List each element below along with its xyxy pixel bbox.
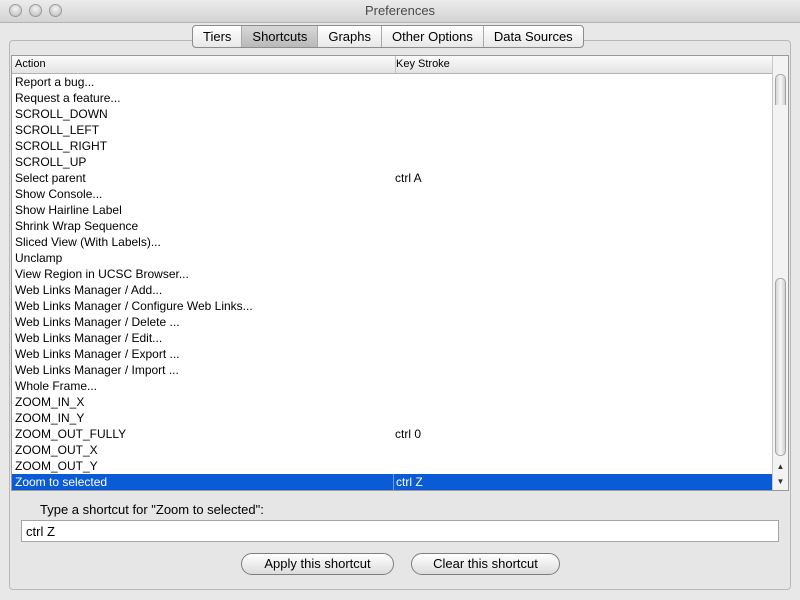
action-cell: Web Links Manager / Add... (15, 283, 163, 297)
action-cell: Show Hairline Label (15, 203, 122, 217)
action-cell: Zoom to selected (15, 475, 108, 489)
action-cell: ZOOM_IN_Y (15, 411, 85, 425)
action-cell: Report a bug... (15, 75, 95, 89)
action-cell: Sliced View (With Labels)... (15, 235, 161, 249)
table-row[interactable]: Shrink Wrap Sequence (12, 218, 774, 234)
action-cell: Select parent (15, 171, 86, 185)
table-row[interactable]: ZOOM_OUT_X (12, 442, 774, 458)
table-row[interactable]: Show Console... (12, 186, 774, 202)
action-cell: Request a feature... (15, 91, 121, 105)
tab-data-sources[interactable]: Data Sources (482, 26, 583, 47)
tab-tiers[interactable]: Tiers (193, 26, 241, 47)
shortcut-input[interactable] (21, 520, 779, 542)
action-cell: View Region in UCSC Browser... (15, 267, 189, 281)
action-cell: Web Links Manager / Configure Web Links.… (15, 299, 253, 313)
table-row[interactable]: ZOOM_IN_Y (12, 410, 774, 426)
table-row[interactable]: ZOOM_OUT_FULLY ctrl 0 (12, 426, 774, 442)
table-row[interactable]: Zoom to selected ctrl Z (12, 474, 774, 490)
key-stroke-cell: ctrl Z (393, 474, 423, 490)
tab-other-options[interactable]: Other Options (380, 26, 483, 47)
column-header-key-stroke[interactable]: Key Stroke (393, 56, 776, 73)
apply-shortcut-button[interactable]: Apply this shortcut (241, 553, 394, 575)
table-row[interactable]: Request a feature... (12, 90, 774, 106)
scroll-up-arrow-icon[interactable]: ▲ (773, 460, 788, 474)
table-row[interactable]: Unclamp (12, 250, 774, 266)
tab-shortcuts[interactable]: Shortcuts (241, 26, 318, 47)
table-row[interactable]: Report a bug... (12, 74, 774, 90)
title-bar: Preferences (0, 0, 800, 23)
table-row[interactable]: ZOOM_IN_X (12, 394, 774, 410)
action-cell: Show Console... (15, 187, 103, 201)
action-cell: ZOOM_OUT_X (15, 443, 98, 457)
table-row[interactable]: Web Links Manager / Edit... (12, 330, 774, 346)
table-row[interactable]: Web Links Manager / Export ... (12, 346, 774, 362)
action-cell: ZOOM_OUT_Y (15, 459, 98, 473)
table-row[interactable]: View Region in UCSC Browser... (12, 266, 774, 282)
tab-graphs[interactable]: Graphs (317, 26, 381, 47)
table-row[interactable]: ZOOM_OUT_Y (12, 458, 774, 474)
table-row[interactable]: Whole Frame... (12, 378, 774, 394)
action-cell: SCROLL_LEFT (15, 123, 100, 137)
table-row[interactable]: Web Links Manager / Configure Web Links.… (12, 298, 774, 314)
action-cell: SCROLL_UP (15, 155, 87, 169)
window-title: Preferences (364, 3, 436, 18)
shortcuts-table: Action Key Stroke Report a bug... Request… (11, 55, 789, 491)
table-row[interactable]: Sliced View (With Labels)... (12, 234, 774, 250)
key-stroke-cell: ctrl 0 (395, 427, 422, 441)
clear-shortcut-button[interactable]: Clear this shortcut (411, 553, 560, 575)
action-cell: SCROLL_DOWN (15, 107, 108, 121)
scroll-down-arrow-icon[interactable]: ▼ (773, 475, 788, 489)
table-row[interactable]: Web Links Manager / Delete ... (12, 314, 774, 330)
action-cell: Unclamp (15, 251, 63, 265)
action-cell: SCROLL_RIGHT (15, 139, 108, 153)
table-row[interactable]: SCROLL_LEFT (12, 122, 774, 138)
preferences-window: Preferences Tiers Shortcuts Graphs Other… (0, 0, 800, 600)
table-header: Action Key Stroke (12, 56, 774, 74)
scrollbar-thumb[interactable] (775, 278, 786, 456)
action-cell: Web Links Manager / Import ... (15, 363, 179, 377)
table-body: Report a bug... Request a feature... SCROL… (12, 74, 774, 490)
tab-bar: Tiers Shortcuts Graphs Other Options Dat… (192, 25, 584, 48)
action-cell: Web Links Manager / Export ... (15, 347, 180, 361)
shortcut-prompt-label: Type a shortcut for "Zoom to selected": (40, 502, 264, 517)
action-cell: ZOOM_IN_X (15, 395, 85, 409)
table-row[interactable]: Web Links Manager / Import ... (12, 362, 774, 378)
table-row[interactable]: Web Links Manager / Add... (12, 282, 774, 298)
column-header-action[interactable]: Action (12, 56, 396, 73)
action-cell: Shrink Wrap Sequence (15, 219, 139, 233)
vertical-scrollbar[interactable]: ▲ ▼ (772, 56, 788, 490)
action-cell: Whole Frame... (15, 379, 98, 393)
action-cell: ZOOM_OUT_FULLY (15, 427, 127, 441)
table-row[interactable]: Show Hairline Label (12, 202, 774, 218)
action-cell: Web Links Manager / Delete ... (15, 315, 180, 329)
table-row[interactable]: Select parent ctrl A (12, 170, 774, 186)
action-cell: Web Links Manager / Edit... (15, 331, 163, 345)
key-stroke-cell: ctrl A (395, 171, 422, 185)
table-row[interactable]: SCROLL_DOWN (12, 106, 774, 122)
table-row[interactable]: SCROLL_UP (12, 154, 774, 170)
table-row[interactable]: SCROLL_RIGHT (12, 138, 774, 154)
scrollbar-track-cap (775, 74, 786, 105)
